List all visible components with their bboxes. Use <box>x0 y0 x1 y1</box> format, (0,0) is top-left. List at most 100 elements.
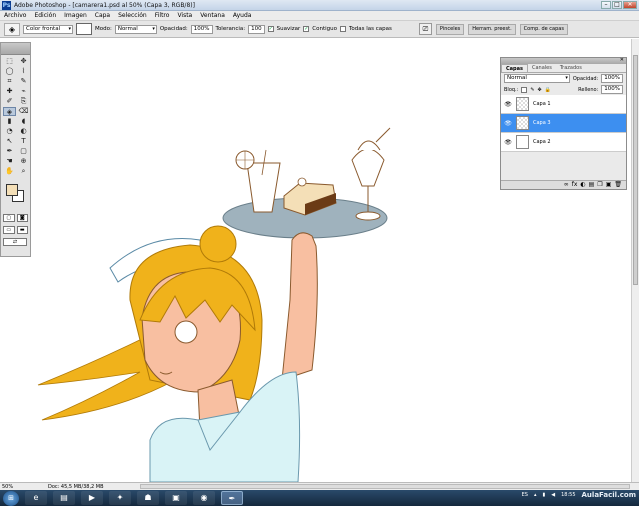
horizontal-scrollbar[interactable] <box>140 484 630 489</box>
tab-capas[interactable]: Capas <box>501 64 528 72</box>
vertical-scrollbar[interactable] <box>631 39 639 482</box>
close-button[interactable]: ✕ <box>623 1 637 9</box>
layer-mask-icon[interactable]: ◐ <box>580 181 585 189</box>
maximize-button[interactable]: □ <box>612 1 622 9</box>
new-layer-icon[interactable]: ▣ <box>606 181 612 189</box>
path-selection-tool-icon[interactable]: ↖ <box>3 137 16 146</box>
move-tool-icon[interactable]: ✥ <box>17 57 30 66</box>
chrome-icon[interactable]: ◉ <box>193 491 215 505</box>
tray-arrow-icon[interactable]: ▴ <box>534 492 537 498</box>
menu-seleccion[interactable]: Selección <box>114 12 151 19</box>
shape-tool-icon[interactable]: ▢ <box>17 147 30 156</box>
monitor-app-icon[interactable]: ▣ <box>165 491 187 505</box>
clone-stamp-tool-icon[interactable]: ✐ <box>3 97 16 106</box>
imageready-icon[interactable]: ⇄ <box>3 238 27 246</box>
fill-source-select[interactable]: Color frontal <box>23 24 73 34</box>
contiguous-checkbox[interactable]: ✓ <box>303 26 310 32</box>
workspace-icon[interactable]: ⎚ <box>418 23 432 35</box>
app-icon[interactable]: ✦ <box>109 491 131 505</box>
fill-input[interactable]: 100% <box>601 85 623 94</box>
tab-trazados[interactable]: Trazados <box>556 64 586 72</box>
history-brush-tool-icon[interactable]: ⎘ <box>17 97 30 106</box>
blend-mode-select[interactable]: Normal <box>504 74 570 83</box>
vertical-scroll-thumb[interactable] <box>633 55 638 285</box>
document-size-info[interactable]: Doc: 45,5 MB/38,2 MB <box>48 484 104 490</box>
lock-transparency-checkbox[interactable] <box>521 86 528 93</box>
windows-start-icon[interactable]: ⊞ <box>3 490 19 506</box>
marquee-tool-icon[interactable]: ⬚ <box>3 57 16 66</box>
paint-bucket-tool-icon[interactable]: ◈ <box>3 107 16 116</box>
eraser-tool-icon[interactable]: ⌫ <box>17 107 30 116</box>
language-indicator[interactable]: ES <box>522 492 528 498</box>
adjustment-layer-icon[interactable]: ▤ <box>589 181 595 189</box>
dock-tab-pinceles[interactable]: Pinceles <box>435 23 465 35</box>
layer-style-icon[interactable]: fx <box>572 181 578 189</box>
pattern-swatch[interactable] <box>76 23 92 35</box>
type-tool-icon[interactable]: T <box>17 137 30 146</box>
new-group-icon[interactable]: ❒ <box>597 181 602 189</box>
layers-panel-close-icon[interactable]: ✕ <box>620 57 624 63</box>
menu-ayuda[interactable]: Ayuda <box>229 12 256 19</box>
opacity-input[interactable]: 100% <box>190 24 213 34</box>
lock-move-icon[interactable]: ✥ <box>538 87 542 93</box>
eye-icon[interactable]: 👁 <box>504 139 512 146</box>
paint-bucket-preset-icon[interactable]: ◈ <box>4 22 20 36</box>
standard-mode-icon[interactable]: ▢ <box>3 214 15 222</box>
menu-vista[interactable]: Vista <box>173 12 196 19</box>
folder-icon[interactable]: ▤ <box>53 491 75 505</box>
layer-row[interactable]: 👁 Capa 2 <box>501 133 626 152</box>
antialias-checkbox[interactable]: ✓ <box>267 26 274 32</box>
internet-explorer-icon[interactable]: e <box>25 491 47 505</box>
eye-icon[interactable]: 👁 <box>504 120 512 127</box>
minimize-button[interactable]: – <box>601 1 611 9</box>
sponge-tool-icon[interactable]: ◐ <box>17 127 30 136</box>
quick-mask-icon[interactable]: ◙ <box>16 214 28 222</box>
dodge-tool-icon[interactable]: ◔ <box>3 127 16 136</box>
menu-imagen[interactable]: Imagen <box>60 12 91 19</box>
layer-row-selected[interactable]: 👁 Capa 3 <box>501 114 626 133</box>
tab-canales[interactable]: Canales <box>528 64 556 72</box>
notes-tool-icon[interactable]: ☚ <box>3 157 16 166</box>
delete-layer-icon[interactable]: 🗑 <box>614 181 622 189</box>
menu-edicion[interactable]: Edición <box>30 12 60 19</box>
lock-all-icon[interactable]: 🔒 <box>545 87 551 93</box>
photoshop-taskbar-icon[interactable]: ✒ <box>221 491 243 505</box>
eyedropper-tool-icon[interactable]: ⊕ <box>17 157 30 166</box>
zoom-level[interactable]: 50% <box>0 484 26 490</box>
layers-panel-header[interactable]: ✕ <box>501 57 626 64</box>
network-icon[interactable]: ▮ <box>542 492 545 498</box>
layer-row[interactable]: 👁 Capa 1 <box>501 95 626 114</box>
link-layers-icon[interactable]: ∞ <box>564 181 569 189</box>
network-app-icon[interactable]: ☗ <box>137 491 159 505</box>
toolbox-header[interactable] <box>1 43 30 55</box>
dock-tab-comp-capas[interactable]: Comp. de capas <box>519 23 568 35</box>
hand-tool-icon[interactable]: ✋ <box>3 167 16 176</box>
tolerance-input[interactable]: 100 <box>248 24 265 34</box>
mode-select[interactable]: Normal <box>114 24 157 34</box>
lasso-tool-icon[interactable]: ◯ <box>3 67 16 76</box>
all-layers-checkbox[interactable] <box>340 26 346 32</box>
foreground-color-swatch[interactable] <box>6 184 18 196</box>
dock-tab-herram-preest[interactable]: Herram. preest. <box>468 23 516 35</box>
healing-tool-icon[interactable]: ✚ <box>3 87 16 96</box>
blur-tool-icon[interactable]: ◖ <box>17 117 30 126</box>
menu-capa[interactable]: Capa <box>91 12 114 19</box>
menu-archivo[interactable]: Archivo <box>0 12 30 19</box>
brush-tool-icon[interactable]: ⌁ <box>17 87 30 96</box>
zoom-tool-icon[interactable]: ⌕ <box>17 167 30 176</box>
magic-wand-tool-icon[interactable]: ⌇ <box>17 67 30 76</box>
layer-opacity-input[interactable]: 100% <box>601 74 623 83</box>
clock[interactable]: 18:55 <box>561 492 575 498</box>
screen-mode-icon[interactable]: ▭ <box>3 226 15 234</box>
crop-tool-icon[interactable]: ⌗ <box>3 77 16 86</box>
pen-tool-icon[interactable]: ✒ <box>3 147 16 156</box>
volume-icon[interactable]: ◀ <box>551 492 555 498</box>
gradient-tool-icon[interactable]: ▮ <box>3 117 16 126</box>
slice-tool-icon[interactable]: ✎ <box>17 77 30 86</box>
menu-ventana[interactable]: Ventana <box>196 12 229 19</box>
menu-filtro[interactable]: Filtro <box>151 12 174 19</box>
eye-icon[interactable]: 👁 <box>504 101 512 108</box>
lock-brush-icon[interactable]: ✎ <box>530 87 534 93</box>
full-screen-icon[interactable]: ▬ <box>16 226 28 234</box>
media-player-icon[interactable]: ▶ <box>81 491 103 505</box>
